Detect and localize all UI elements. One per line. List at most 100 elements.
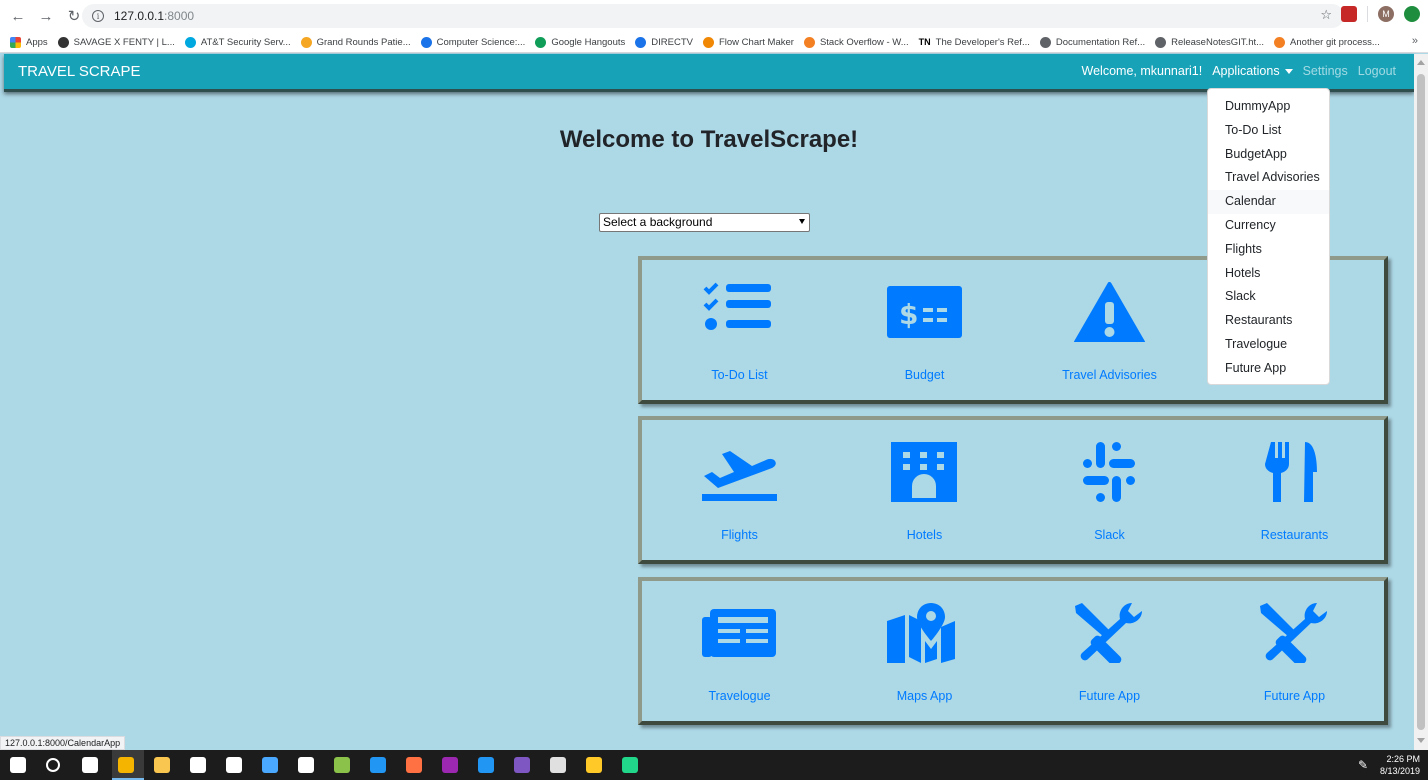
dropdown-item[interactable]: BudgetApp — [1208, 143, 1329, 167]
dropdown-item[interactable]: Slack — [1208, 285, 1329, 309]
app-tile[interactable]: Travelogue — [647, 581, 832, 721]
dropdown-item[interactable]: Hotels — [1208, 262, 1329, 286]
dropdown-item[interactable]: Restaurants — [1208, 309, 1329, 333]
app-tile-link[interactable]: Hotels — [832, 528, 1017, 542]
dropdown-item[interactable]: Calendar — [1208, 190, 1329, 214]
file-explorer-icon[interactable] — [154, 757, 170, 773]
brand-link[interactable]: TRAVEL SCRAPE — [18, 63, 141, 80]
bookmark-item[interactable]: Grand Rounds Patie... — [300, 36, 411, 48]
bookmark-item[interactable]: Another git process... — [1274, 36, 1380, 48]
app-tile[interactable]: Future App — [1202, 581, 1387, 721]
windows-start-icon[interactable] — [10, 757, 26, 773]
bookmark-item[interactable]: DIRECTV — [635, 36, 693, 48]
bookmark-favicon-icon — [1155, 36, 1167, 48]
app-tile-link[interactable]: Restaurants — [1202, 528, 1387, 542]
bookmark-item[interactable]: Stack Overflow - W... — [803, 36, 909, 48]
app-icon[interactable] — [406, 757, 422, 773]
bookmark-item[interactable]: Documentation Ref... — [1039, 36, 1145, 48]
logout-link[interactable]: Logout — [1358, 64, 1396, 78]
pycharm-icon[interactable] — [622, 757, 638, 773]
bookmark-favicon-icon — [1274, 36, 1286, 48]
app-tile-link[interactable]: Slack — [1017, 528, 1202, 542]
scroll-down-icon[interactable] — [1417, 738, 1425, 743]
dropdown-item[interactable]: DummyApp — [1208, 95, 1329, 119]
app-tile-link[interactable]: Travelogue — [647, 689, 832, 703]
settings-link[interactable]: Settings — [1303, 64, 1348, 78]
app-tile-link[interactable]: Flights — [647, 528, 832, 542]
app-tile[interactable]: To-Do List — [647, 260, 832, 400]
info-icon[interactable]: i — [92, 10, 104, 22]
bookmark-item[interactable]: Flow Chart Maker — [702, 36, 794, 48]
app-tile-row: Travelogue Maps App Future App Future App — [638, 577, 1388, 725]
dropdown-item[interactable]: Currency — [1208, 214, 1329, 238]
url-port: :8000 — [164, 9, 195, 23]
app-tile-link[interactable]: Travel Advisories — [1017, 368, 1202, 382]
scroll-up-icon[interactable] — [1417, 60, 1425, 65]
bookmarks-more-icon[interactable]: » — [1412, 35, 1418, 47]
bookmark-label: Google Hangouts — [551, 36, 626, 48]
bookmark-item[interactable]: Computer Science:... — [420, 36, 525, 48]
dropdown-item[interactable]: Travel Advisories — [1208, 166, 1329, 190]
app-tile-link[interactable]: Future App — [1017, 689, 1202, 703]
dropdown-item[interactable]: Travelogue — [1208, 333, 1329, 357]
app-tile[interactable]: Slack — [1017, 420, 1202, 560]
applications-dropdown-toggle[interactable]: Applications — [1212, 64, 1293, 78]
notepad-icon[interactable] — [550, 757, 566, 773]
git-icon[interactable] — [586, 757, 602, 773]
dropbox-icon[interactable] — [226, 757, 242, 773]
extension-icon[interactable] — [1341, 6, 1357, 22]
bookmark-item[interactable]: Google Hangouts — [535, 36, 626, 48]
dropdown-item[interactable]: Flights — [1208, 238, 1329, 262]
pen-icon[interactable]: ✎ — [1358, 758, 1368, 772]
dropdown-item[interactable]: Future App — [1208, 357, 1329, 381]
app-tile-link[interactable]: To-Do List — [647, 368, 832, 382]
app-icon[interactable] — [262, 757, 278, 773]
app-icon[interactable] — [370, 757, 386, 773]
background-select[interactable]: Select a background — [599, 213, 810, 232]
app-tile[interactable]: Travel Advisories — [1017, 260, 1202, 400]
bookmark-label: Another git process... — [1290, 36, 1380, 48]
bookmark-item[interactable]: ReleaseNotesGIT.ht... — [1155, 36, 1264, 48]
app-tile[interactable]: Future App — [1017, 581, 1202, 721]
app-tile[interactable]: $ Budget — [832, 260, 1017, 400]
back-icon[interactable]: ← — [6, 4, 30, 28]
bookmarks-bar: Apps SAVAGE X FENTY | L... AT&T Security S… — [0, 32, 1428, 53]
app-icon[interactable] — [334, 757, 350, 773]
bookmark-star-icon[interactable]: ☆ — [1320, 7, 1332, 23]
app-tile[interactable]: Hotels — [832, 420, 1017, 560]
mail-icon[interactable] — [298, 757, 314, 773]
forward-icon[interactable]: → — [34, 4, 58, 28]
app-tile[interactable]: Restaurants — [1202, 420, 1387, 560]
store-icon[interactable] — [190, 757, 206, 773]
app-tile-link[interactable]: Maps App — [832, 689, 1017, 703]
bookmark-label: AT&T Security Serv... — [200, 36, 291, 48]
bookmark-label: The Developer's Ref... — [935, 36, 1030, 48]
bookmark-item[interactable]: TN The Developer's Ref... — [919, 37, 1030, 48]
scroll-thumb[interactable] — [1417, 74, 1425, 730]
app-tile[interactable]: Flights — [647, 420, 832, 560]
bookmark-item[interactable]: Apps — [10, 36, 48, 48]
bookmark-favicon-icon — [702, 36, 714, 48]
vscode-icon[interactable] — [478, 757, 494, 773]
app-tile[interactable]: Maps App — [832, 581, 1017, 721]
bookmark-label: Stack Overflow - W... — [819, 36, 909, 48]
chrome-icon[interactable] — [118, 757, 134, 773]
search-icon[interactable] — [46, 758, 60, 772]
profile-avatar[interactable]: M — [1378, 6, 1394, 22]
app-tile-link[interactable]: Future App — [1202, 689, 1387, 703]
bookmark-favicon-icon — [57, 36, 69, 48]
bookmark-favicon-icon — [420, 36, 432, 48]
taskbar-clock[interactable]: 2:26 PM 8/13/2019 — [1380, 753, 1420, 777]
github-icon[interactable] — [442, 757, 458, 773]
dropdown-item[interactable]: To-Do List — [1208, 119, 1329, 143]
bookmark-item[interactable]: SAVAGE X FENTY | L... — [57, 36, 175, 48]
address-bar[interactable]: i 127.0.0.1:8000 ☆ — [82, 4, 1344, 28]
visual-studio-icon[interactable] — [514, 757, 530, 773]
background-select-value: Select a background — [603, 215, 713, 229]
task-view-icon[interactable] — [82, 757, 98, 773]
app-tile-link[interactable]: Budget — [832, 368, 1017, 382]
app-navbar: TRAVEL SCRAPE Welcome, mkunnari1! Applic… — [4, 54, 1414, 92]
update-icon[interactable] — [1404, 6, 1420, 22]
page-scrollbar[interactable] — [1414, 54, 1428, 750]
bookmark-item[interactable]: AT&T Security Serv... — [184, 36, 291, 48]
